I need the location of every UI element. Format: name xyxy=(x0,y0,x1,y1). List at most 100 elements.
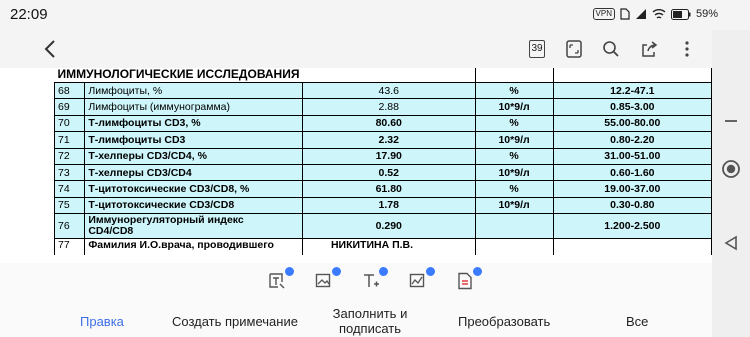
row-number: 74 xyxy=(53,180,86,198)
immunology-table: ИММУНОЛОГИЧЕСКИЕ ИССЛЕДОВАНИЯ 68 Лимфоцит… xyxy=(53,68,712,255)
row-unit: % xyxy=(474,147,554,165)
search-icon xyxy=(603,41,619,57)
row-unit: % xyxy=(474,180,554,198)
row-number: 75 xyxy=(53,196,86,215)
nav-convert[interactable]: Преобразовать xyxy=(458,314,550,329)
text-note-tool[interactable] xyxy=(268,267,294,294)
row-value: 0.52 xyxy=(301,163,476,182)
row-name: Т-хелперы CD3/CD4 xyxy=(84,163,303,182)
row-number: 77 xyxy=(53,238,86,255)
nav-all[interactable]: Все xyxy=(626,314,648,329)
badge-dot xyxy=(379,267,388,276)
row-ref: 12.2-47.1 xyxy=(552,81,712,100)
side-minus-button[interactable] xyxy=(720,110,742,132)
view-mode-button[interactable] xyxy=(563,38,585,60)
edit-toolbar xyxy=(0,263,712,298)
pdf-convert-tool[interactable] xyxy=(456,267,482,294)
row-unit: 10*9/л xyxy=(474,98,554,116)
minus-icon xyxy=(725,120,737,122)
chevron-left-icon xyxy=(44,40,55,58)
image-edit-icon xyxy=(315,273,331,288)
badge-dot xyxy=(285,267,294,276)
nav-edit[interactable]: Правка xyxy=(80,314,124,329)
row-unit: % xyxy=(474,81,554,100)
row-name: Иммунорегуляторный индекс CD4/CD8 xyxy=(84,213,303,240)
row-number: 68 xyxy=(53,81,86,100)
row-ref: 19.00-37.00 xyxy=(552,180,712,198)
sim-icon xyxy=(620,8,630,20)
table-row: 74 Т-цитотоксические CD3/CD8, % 61.80% 19.0… xyxy=(53,180,712,198)
row-name: Лимфоциты, % xyxy=(84,81,303,100)
app-bar: 39 xyxy=(0,30,712,68)
row-name: Т-лимфоциты CD3 xyxy=(84,131,303,149)
row-value: 61.80 xyxy=(301,180,476,198)
pdf-convert-icon xyxy=(458,272,472,290)
table-row: 69 Лимфоциты (иммунограмма) 2.88 10*9/л 0.85… xyxy=(53,98,712,116)
badge-dot xyxy=(473,267,482,276)
text-note-icon xyxy=(269,273,285,289)
signature-tool[interactable] xyxy=(409,267,435,294)
row-number: 73 xyxy=(53,163,86,182)
table-row: 72 Т-хелперы CD3/CD4, % 17.90% 31.00-51.00 xyxy=(53,147,712,165)
table-row: 73 Т-хелперы CD3/CD4 0.52 10*9/л 0.60-1.60 xyxy=(53,163,712,182)
share-button[interactable] xyxy=(638,38,660,60)
side-home-button[interactable] xyxy=(720,158,742,180)
row-ref: 55.00-80.00 xyxy=(552,114,712,133)
row-unit: % xyxy=(474,114,554,133)
signal-icon xyxy=(635,9,646,19)
row-value: 17.90 xyxy=(301,147,476,165)
signature-chart-icon xyxy=(409,273,425,288)
row-value: 43.6 xyxy=(301,81,476,100)
nav-create-comment[interactable]: Создать примечание xyxy=(172,314,298,329)
row-value: 1.78 xyxy=(301,196,476,215)
search-button[interactable] xyxy=(600,38,622,60)
home-circle-icon xyxy=(722,160,740,178)
row-number: 69 xyxy=(53,98,86,116)
row-name: Т-хелперы CD3/CD4, % xyxy=(84,147,303,165)
section-title: ИММУНОЛОГИЧЕСКИЕ ИССЛЕДОВАНИЯ xyxy=(54,68,303,83)
row-ref: 0.60-1.60 xyxy=(552,163,712,182)
nav-fill-and-sign[interactable]: Заполнить и подписать xyxy=(331,306,409,336)
badge-dot xyxy=(332,267,341,276)
back-button[interactable] xyxy=(38,36,64,62)
row-number: 71 xyxy=(53,131,86,149)
more-menu-button[interactable] xyxy=(676,38,698,60)
document-view[interactable]: ИММУНОЛОГИЧЕСКИЕ ИССЛЕДОВАНИЯ 68 Лимфоцит… xyxy=(0,68,712,263)
row-name: Т-лимфоциты CD3, % xyxy=(84,114,303,133)
battery-icon xyxy=(670,8,691,20)
section-header-row: ИММУНОЛОГИЧЕСКИЕ ИССЛЕДОВАНИЯ xyxy=(54,68,712,83)
row-unit: 10*9/л xyxy=(474,196,554,215)
fullscreen-icon xyxy=(566,40,582,58)
table-row: 71 Т-лимфоциты CD3 2.32 10*9/л 0.80-2.20 xyxy=(53,131,712,149)
more-vertical-icon xyxy=(685,41,689,57)
row-number: 72 xyxy=(53,147,86,165)
row-ref: 0.85-3.00 xyxy=(552,98,712,116)
battery-percent: 59% xyxy=(695,8,718,20)
text-insert-icon xyxy=(364,274,379,287)
row-value: НИКИТИНА П.В. xyxy=(301,238,476,255)
row-value: 2.88 xyxy=(301,98,476,116)
bottom-nav: Правка Создать примечание Заполнить и по… xyxy=(0,298,712,337)
status-icons: VPN 59% xyxy=(592,8,718,20)
side-back-button[interactable] xyxy=(720,232,742,254)
table-row: 70 Т-лимфоциты CD3, % 80.60% 55.00-80.00 xyxy=(53,114,712,133)
row-name: Т-цитотоксические CD3/CD8 xyxy=(84,196,303,215)
row-ref: 0.80-2.20 xyxy=(552,131,712,149)
badge-dot xyxy=(426,267,435,276)
table-row: 76 Иммунорегуляторный индекс CD4/CD8 0.2… xyxy=(53,213,712,240)
wifi-icon xyxy=(652,9,666,19)
image-edit-tool[interactable] xyxy=(315,267,341,294)
row-unit: 10*9/л xyxy=(474,163,554,182)
row-ref: 31.00-51.00 xyxy=(552,147,712,165)
row-name: Фамилия И.О.врача, проводившего xyxy=(84,238,303,255)
page-count-button[interactable]: 39 xyxy=(526,38,548,60)
row-unit: 10*9/л xyxy=(474,131,554,149)
status-bar: 22:09 VPN 59% xyxy=(0,0,750,30)
row-value: 0.290 xyxy=(301,213,476,240)
share-icon xyxy=(642,41,658,57)
vpn-icon: VPN xyxy=(592,8,615,20)
page-count: 39 xyxy=(529,40,545,58)
row-value: 80.60 xyxy=(301,114,476,133)
text-insert-tool[interactable] xyxy=(362,267,388,294)
back-triangle-icon xyxy=(724,235,737,251)
